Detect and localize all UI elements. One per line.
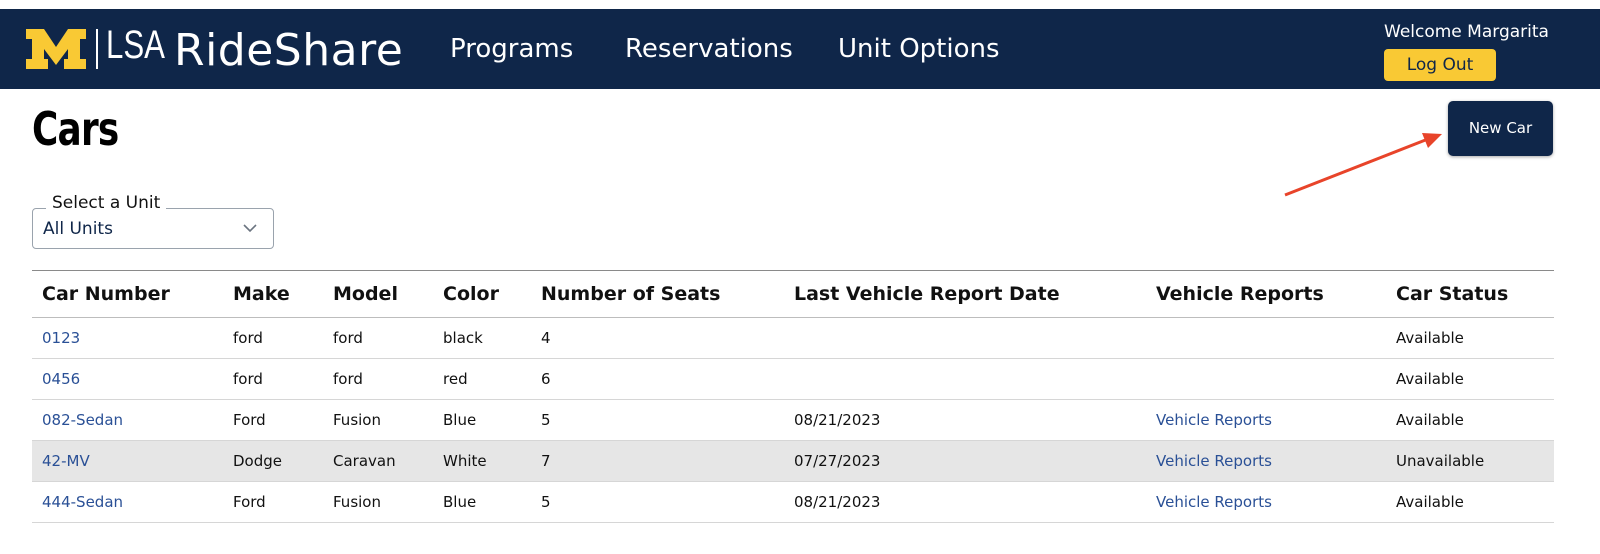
table-row: 42-MV Dodge Caravan White 7 07/27/2023 V… <box>32 440 1554 482</box>
status-cell: Available <box>1386 317 1554 359</box>
status-cell: Available <box>1386 481 1554 523</box>
page-title: Cars <box>32 102 119 156</box>
nav-unit-options[interactable]: Unit Options <box>838 34 1000 64</box>
new-car-button[interactable]: New Car <box>1448 101 1553 156</box>
table-header-row: Car Number Make Model Color Number of Se… <box>32 270 1554 318</box>
make-cell: Dodge <box>223 440 323 482</box>
make-cell: Ford <box>223 399 323 441</box>
nav-reservations[interactable]: Reservations <box>625 34 793 64</box>
color-cell: Blue <box>433 481 531 523</box>
col-vehicle-reports[interactable]: Vehicle Reports <box>1146 270 1386 318</box>
col-color[interactable]: Color <box>433 270 531 318</box>
table-row: 444-Sedan Ford Fusion Blue 5 08/21/2023 … <box>32 481 1554 523</box>
model-cell: Fusion <box>323 481 433 523</box>
make-cell: ford <box>223 358 323 400</box>
color-cell: red <box>433 358 531 400</box>
col-model[interactable]: Model <box>323 270 433 318</box>
seats-cell: 6 <box>531 358 784 400</box>
seats-cell: 5 <box>531 481 784 523</box>
status-cell: Unavailable <box>1386 440 1554 482</box>
model-cell: Caravan <box>323 440 433 482</box>
last-report-cell: 08/21/2023 <box>784 399 1146 441</box>
status-cell: Available <box>1386 399 1554 441</box>
make-cell: ford <box>223 317 323 359</box>
welcome-text: Welcome Margarita <box>1384 22 1549 42</box>
status-cell: Available <box>1386 358 1554 400</box>
last-report-cell: 07/27/2023 <box>784 440 1146 482</box>
car-number-link[interactable]: 0123 <box>42 329 80 347</box>
model-cell: ford <box>323 358 433 400</box>
car-number-link[interactable]: 0456 <box>42 370 80 388</box>
col-seats[interactable]: Number of Seats <box>531 270 784 318</box>
col-car-status[interactable]: Car Status <box>1386 270 1554 318</box>
arrow-annotation <box>1284 133 1442 197</box>
seats-cell: 7 <box>531 440 784 482</box>
color-cell: White <box>433 440 531 482</box>
table-row: 0456 ford ford red 6 Available <box>32 358 1554 400</box>
col-car-number[interactable]: Car Number <box>32 270 223 318</box>
model-cell: ford <box>323 317 433 359</box>
make-cell: Ford <box>223 481 323 523</box>
last-report-cell: 08/21/2023 <box>784 481 1146 523</box>
seats-cell: 5 <box>531 399 784 441</box>
color-cell: black <box>433 317 531 359</box>
table-row: 0123 ford ford black 4 Available <box>32 317 1554 359</box>
nav-programs[interactable]: Programs <box>450 34 573 64</box>
navbar: LSA RideShare Programs Reservations Unit… <box>0 9 1600 89</box>
vehicle-reports-link[interactable]: Vehicle Reports <box>1156 452 1272 470</box>
color-cell: Blue <box>433 399 531 441</box>
app-brand[interactable]: RideShare <box>174 25 403 76</box>
unit-select-value: All Units <box>43 219 113 239</box>
col-last-report-date[interactable]: Last Vehicle Report Date <box>784 270 1146 318</box>
logo-lsa: LSA <box>106 23 165 67</box>
car-number-link[interactable]: 444-Sedan <box>42 493 123 511</box>
seats-cell: 4 <box>531 317 784 359</box>
unit-select[interactable]: All Units <box>32 208 274 249</box>
block-m-logo[interactable] <box>24 27 88 71</box>
car-number-link[interactable]: 42-MV <box>42 452 90 470</box>
chevron-down-icon <box>243 224 257 233</box>
vehicle-reports-link[interactable]: Vehicle Reports <box>1156 493 1272 511</box>
unit-select-label: Select a Unit <box>46 193 167 213</box>
last-report-cell <box>784 317 1146 359</box>
car-number-link[interactable]: 082-Sedan <box>42 411 123 429</box>
logo-divider <box>96 29 98 69</box>
table-row: 082-Sedan Ford Fusion Blue 5 08/21/2023 … <box>32 399 1554 441</box>
col-make[interactable]: Make <box>223 270 323 318</box>
last-report-cell <box>784 358 1146 400</box>
model-cell: Fusion <box>323 399 433 441</box>
vehicle-reports-link[interactable]: Vehicle Reports <box>1156 411 1272 429</box>
top-strip <box>0 0 1600 9</box>
cars-table: Car Number Make Model Color Number of Se… <box>32 270 1554 523</box>
logout-button[interactable]: Log Out <box>1384 49 1496 81</box>
